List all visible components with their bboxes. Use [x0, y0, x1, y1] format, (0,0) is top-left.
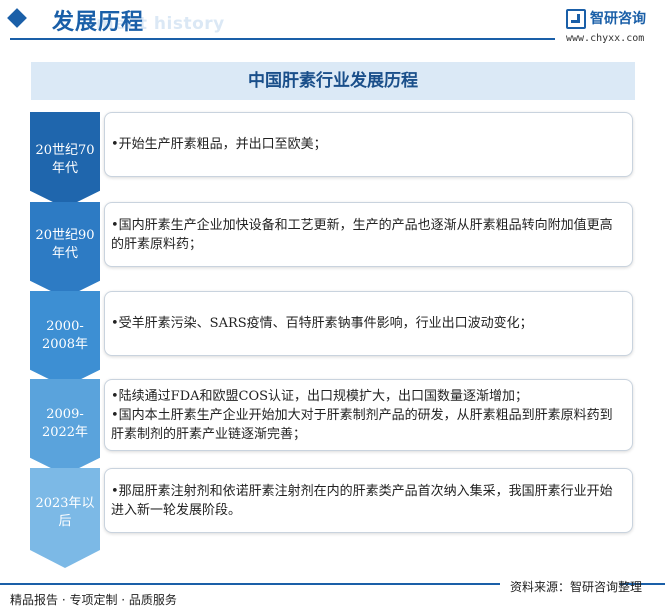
- timeline-card: •受羊肝素污染、SARS疫情、百特肝素钠事件影响，行业出口波动变化；: [104, 291, 633, 356]
- header-title: 发展历程: [52, 9, 145, 35]
- banner-title: 中国肝素行业发展历程: [31, 62, 635, 100]
- timeline-card: •那屈肝素注射剂和依诺肝素注射剂在内的肝素类产品首次纳入集采，我国肝素行业开始进…: [104, 468, 633, 533]
- diamond-icon: [7, 8, 27, 28]
- timeline-period: 2023年以后: [35, 496, 95, 529]
- timeline-card: •国内肝素生产企业加快设备和工艺更新，生产的产品也逐渐从肝素粗品转向附加值更高的…: [104, 202, 633, 267]
- timeline-text: •开始生产肝素粗品，并出口至欧美；: [111, 137, 327, 152]
- brand-url: www.chyxx.com: [566, 33, 645, 44]
- brand-logo-icon: [566, 9, 586, 29]
- timeline-period: 2000-2008年: [41, 319, 89, 352]
- footer-slogan: 精品报告 · 专项定制 · 品质服务: [10, 593, 177, 607]
- timeline-text: •陆续通过FDA和欧盟COS认证，出口规模扩大，出口国数量逐渐增加；: [111, 388, 529, 404]
- timeline-period: 20世纪70年代: [35, 143, 95, 176]
- timeline-card: •开始生产肝素粗品，并出口至欧美；: [104, 112, 633, 177]
- brand-name: 智研咨询: [590, 11, 646, 27]
- header: ment history 发展历程 智研咨询 www.chyxx.com: [0, 0, 665, 48]
- timeline-text: •那屈肝素注射剂和依诺肝素注射剂在内的肝素类产品首次纳入集采，我国肝素行业开始进…: [111, 483, 613, 518]
- footer-divider: [0, 583, 500, 585]
- timeline-text: •受羊肝素污染、SARS疫情、百特肝素钠事件影响，行业出口波动变化；: [111, 316, 533, 331]
- timeline-text: •国内肝素生产企业加快设备和工艺更新，生产的产品也逐渐从肝素粗品转向附加值更高的…: [111, 217, 613, 252]
- header-divider: [10, 38, 555, 40]
- timeline-card: •陆续通过FDA和欧盟COS认证，出口规模扩大，出口国数量逐渐增加； •国内本土…: [104, 379, 633, 451]
- timeline-period: 20世纪90年代: [35, 228, 95, 261]
- footer-source: 资料来源：智研咨询整理: [510, 580, 643, 594]
- timeline-text: •国内本土肝素生产企业开始加大对于肝素制剂产品的研发，从肝素粗品到肝素原料药到肝…: [111, 407, 613, 442]
- timeline-period: 2009-2022年: [41, 407, 89, 440]
